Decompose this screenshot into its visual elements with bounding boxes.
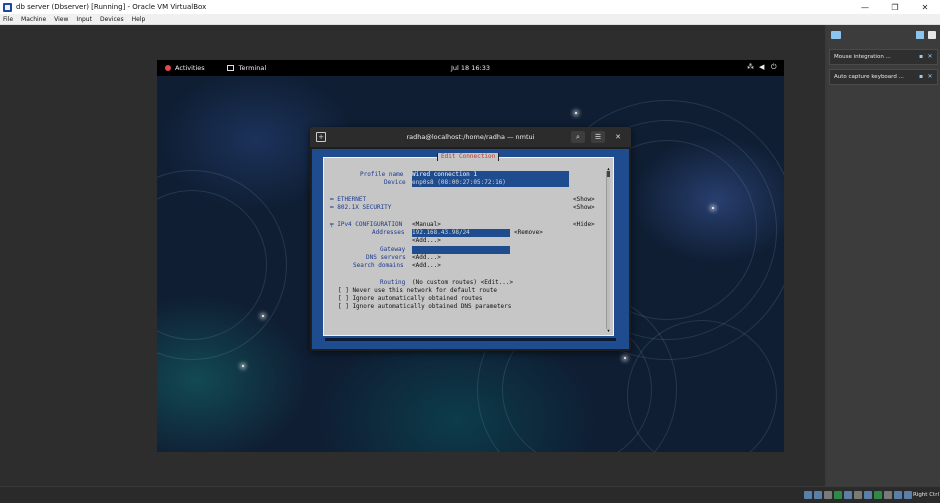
menu-machine[interactable]: Machine bbox=[21, 16, 46, 23]
terminal-controls: ⌕ ☰ ✕ bbox=[565, 131, 625, 143]
network-icon: ⁂ bbox=[747, 63, 754, 71]
security-show-button[interactable]: <Show> bbox=[573, 204, 595, 212]
routing-label: Routing bbox=[380, 279, 406, 286]
chat-bubble-icon[interactable] bbox=[831, 31, 841, 39]
virtualbox-icon bbox=[3, 2, 12, 12]
window-title: db server (Dbserver) [Running] - Oracle … bbox=[16, 3, 207, 11]
cpu-icon[interactable] bbox=[884, 491, 892, 499]
device-input[interactable]: enp0s8 (08:00:27:05:72:16) bbox=[412, 179, 569, 187]
guest-screen[interactable]: Activities Terminal Jul 18 16:33 ⁂ ◀ ⏻ +… bbox=[157, 60, 784, 452]
shared-folders-icon[interactable] bbox=[854, 491, 862, 499]
dismiss-icon[interactable]: ✕ bbox=[927, 54, 933, 60]
mouse-integration-icon[interactable] bbox=[894, 491, 902, 499]
gateway-label: Gateway bbox=[380, 246, 406, 253]
restore-button[interactable]: ❐ bbox=[880, 0, 910, 14]
ignore-routes-checkbox[interactable]: [ ] Ignore automatically obtained routes bbox=[338, 295, 483, 303]
display-icon[interactable] bbox=[864, 491, 872, 499]
window-controls: — ❐ ✕ bbox=[850, 0, 940, 14]
ethernet-section: ═ ETHERNET bbox=[330, 196, 367, 203]
info-icon[interactable]: ▪ bbox=[918, 74, 924, 80]
volume-icon: ◀ bbox=[759, 63, 765, 71]
close-button[interactable]: ✕ bbox=[910, 0, 940, 14]
address-input[interactable]: 192.168.43.98/24 bbox=[412, 229, 510, 237]
profile-name-label: Profile name bbox=[360, 171, 404, 178]
ethernet-show-button[interactable]: <Show> bbox=[573, 196, 595, 204]
window-titlebar[interactable]: db server (Dbserver) [Running] - Oracle … bbox=[0, 0, 940, 14]
add-address-button[interactable]: <Add...> bbox=[412, 237, 441, 245]
pin-icon[interactable] bbox=[916, 31, 924, 39]
close-notifications-icon[interactable] bbox=[928, 31, 936, 39]
menu-help[interactable]: Help bbox=[132, 16, 146, 23]
notification-item[interactable]: Auto capture keyboard ... ▪ ✕ bbox=[829, 69, 938, 85]
minimize-button[interactable]: — bbox=[850, 0, 880, 14]
add-search-domain-button[interactable]: <Add...> bbox=[412, 262, 441, 270]
scroll-down-icon: ▼ bbox=[607, 328, 610, 333]
search-domains-label: Search domains bbox=[353, 262, 404, 269]
search-icon[interactable]: ⌕ bbox=[571, 131, 585, 143]
dialog-title: Edit Connection bbox=[437, 153, 500, 161]
ipv4-hide-button[interactable]: <Hide> bbox=[573, 221, 595, 229]
terminal-body[interactable]: Edit Connection Profile name Wired conne… bbox=[312, 149, 629, 349]
audio-icon[interactable] bbox=[824, 491, 832, 499]
ipv4-mode-select[interactable]: <Manual> bbox=[412, 221, 441, 229]
notification-header bbox=[827, 25, 940, 45]
optical-drive-icon[interactable] bbox=[814, 491, 822, 499]
device-label: Device bbox=[384, 179, 406, 186]
terminal-header[interactable]: + radha@localhost:/home/radha — nmtui ⌕ … bbox=[310, 127, 631, 147]
edit-connection-dialog: Edit Connection Profile name Wired conne… bbox=[323, 153, 614, 336]
add-dns-button[interactable]: <Add...> bbox=[412, 254, 441, 262]
routing-edit-button[interactable]: (No custom routes) <Edit...> bbox=[412, 279, 513, 287]
device-indicators bbox=[802, 491, 912, 499]
keyboard-icon[interactable] bbox=[904, 491, 912, 499]
gateway-input[interactable] bbox=[412, 246, 510, 254]
dns-servers-label: DNS servers bbox=[366, 254, 406, 261]
clock[interactable]: Jul 18 16:33 bbox=[157, 64, 784, 72]
hamburger-menu-icon[interactable]: ☰ bbox=[591, 131, 605, 143]
terminal-window[interactable]: + radha@localhost:/home/radha — nmtui ⌕ … bbox=[310, 127, 631, 351]
recording-icon[interactable] bbox=[874, 491, 882, 499]
usb-icon[interactable] bbox=[844, 491, 852, 499]
dialog-scrollbar[interactable]: ▲ ▼ bbox=[606, 167, 610, 333]
scroll-thumb[interactable] bbox=[607, 171, 610, 177]
terminal-close-icon[interactable]: ✕ bbox=[611, 131, 625, 143]
menu-view[interactable]: View bbox=[54, 16, 68, 23]
power-icon: ⏻ bbox=[771, 63, 777, 71]
hard-disk-icon[interactable] bbox=[804, 491, 812, 499]
addresses-label: Addresses bbox=[372, 229, 405, 236]
menu-input[interactable]: Input bbox=[76, 16, 92, 23]
ipv4-section: ╤ IPv4 CONFIGURATION bbox=[330, 221, 403, 228]
profile-name-input[interactable]: Wired connection 1 bbox=[412, 171, 569, 179]
never-default-route-checkbox[interactable]: [ ] Never use this network for default r… bbox=[338, 287, 497, 295]
security-section: ═ 802.1X SECURITY bbox=[330, 204, 392, 211]
info-icon[interactable]: ▪ bbox=[918, 54, 924, 60]
status-bar: Right Ctrl bbox=[0, 486, 940, 503]
menu-file[interactable]: File bbox=[3, 16, 13, 23]
ignore-dns-checkbox[interactable]: [ ] Ignore automatically obtained DNS pa… bbox=[338, 303, 511, 311]
dismiss-icon[interactable]: ✕ bbox=[927, 74, 933, 80]
menu-bar: File Machine View Input Devices Help bbox=[0, 14, 940, 25]
notification-center: Mouse integration ... ▪ ✕ Auto capture k… bbox=[827, 25, 940, 486]
remove-address-button[interactable]: <Remove> bbox=[514, 229, 543, 237]
host-key-label: Right Ctrl bbox=[912, 492, 939, 498]
gnome-top-bar: Activities Terminal Jul 18 16:33 ⁂ ◀ ⏻ bbox=[157, 60, 784, 76]
network-adapter-icon[interactable] bbox=[834, 491, 842, 499]
system-tray[interactable]: ⁂ ◀ ⏻ bbox=[742, 64, 778, 71]
notification-text: Mouse integration ... bbox=[834, 54, 891, 60]
notification-text: Auto capture keyboard ... bbox=[834, 74, 904, 80]
menu-devices[interactable]: Devices bbox=[100, 16, 124, 23]
dialog-shadow bbox=[325, 338, 616, 341]
notification-item[interactable]: Mouse integration ... ▪ ✕ bbox=[829, 49, 938, 65]
